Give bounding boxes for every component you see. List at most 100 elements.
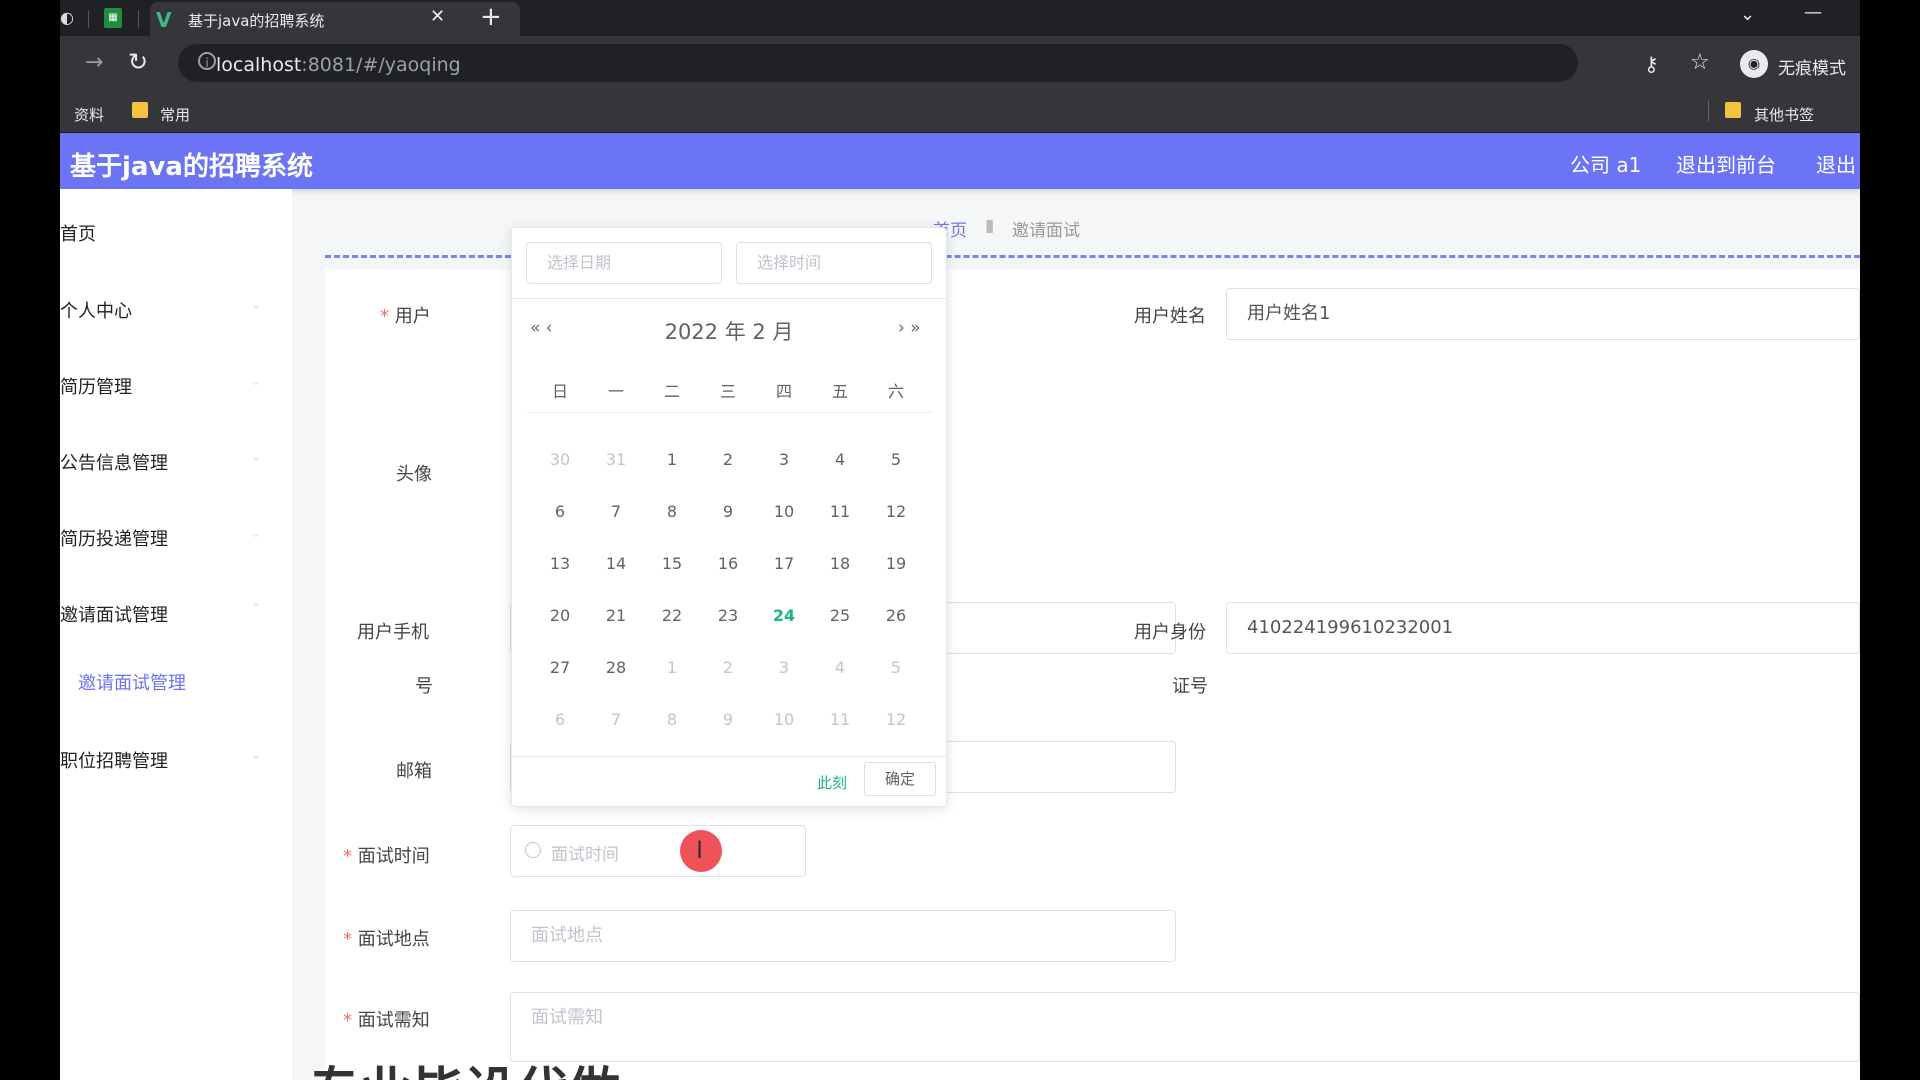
- tab-search-chevron-icon[interactable]: ⌄: [1740, 4, 1755, 25]
- calendar-day[interactable]: 8: [644, 502, 700, 521]
- interview-notice-field[interactable]: 面试需知: [510, 992, 1860, 1062]
- profile-icon[interactable]: ◐: [60, 8, 76, 28]
- now-button[interactable]: 此刻: [817, 772, 847, 793]
- interview-place-field[interactable]: 面试地点: [510, 910, 1176, 962]
- calendar-day[interactable]: 8: [644, 710, 700, 729]
- calendar-day[interactable]: 15: [644, 554, 700, 573]
- calendar-day[interactable]: 10: [756, 710, 812, 729]
- sidebar-item-personal[interactable]: 个人中心 ⌄: [60, 289, 292, 329]
- user-label-text: 用户: [394, 306, 431, 327]
- calendar-day[interactable]: 5: [868, 658, 924, 677]
- calendar-day[interactable]: 14: [588, 554, 644, 573]
- sidebar-item-interview[interactable]: 邀请面试管理 ⌃: [60, 593, 292, 633]
- url-text[interactable]: localhost:8081/#/yaoqing: [216, 54, 461, 76]
- idcard-field[interactable]: 410224199610232001: [1226, 602, 1860, 654]
- picker-date-input[interactable]: 选择日期: [526, 242, 722, 284]
- sidebar: 首页 个人中心 ⌄ 简历管理 ⌄ 公告信息管理 ⌄ 简历投递管理 ⌄ 邀请面试管理 ⌃ 邀…: [60, 189, 292, 1080]
- back-to-front-link[interactable]: 退出到前台: [1676, 149, 1776, 178]
- calendar-day[interactable]: 10: [756, 502, 812, 521]
- sidebar-item-label: 个人中心: [60, 301, 132, 322]
- calendar-day[interactable]: 12: [868, 502, 924, 521]
- calendar-day[interactable]: 4: [812, 450, 868, 469]
- calendar-day[interactable]: 25: [812, 606, 868, 625]
- bookmark-other[interactable]: 其他书签: [1754, 104, 1814, 125]
- new-tab-button[interactable]: +: [480, 2, 502, 32]
- calendar-day[interactable]: 11: [812, 502, 868, 521]
- forward-icon[interactable]: →: [85, 50, 103, 75]
- calendar-day[interactable]: 22: [644, 606, 700, 625]
- calendar-day[interactable]: 2: [700, 658, 756, 677]
- next-month-year-button[interactable]: › »: [898, 318, 921, 338]
- calendar-day[interactable]: 12: [868, 710, 924, 729]
- chevron-up-icon: ⌃: [250, 601, 262, 617]
- calendar-day[interactable]: 6: [532, 710, 588, 729]
- calendar-day[interactable]: 20: [532, 606, 588, 625]
- calendar-day[interactable]: 3: [756, 658, 812, 677]
- sidebar-item-jobs[interactable]: 职位招聘管理 ⌄: [60, 739, 292, 779]
- chevron-down-icon: ⌄: [250, 297, 262, 313]
- calendar-day[interactable]: 26: [868, 606, 924, 625]
- confirm-button[interactable]: 确定: [864, 762, 936, 796]
- picker-month-title[interactable]: 2022 年 2 月: [512, 316, 946, 346]
- calendar-day[interactable]: 1: [644, 450, 700, 469]
- sidebar-item-label: 邀请面试管理: [60, 605, 168, 626]
- calendar-day[interactable]: 23: [700, 606, 756, 625]
- calendar-day[interactable]: 24: [756, 606, 812, 625]
- tab-close-button[interactable]: ✕: [430, 6, 445, 27]
- sidebar-item-home[interactable]: 首页: [60, 212, 292, 252]
- required-mark: *: [380, 306, 389, 327]
- phone-label: 用户手机: [357, 622, 429, 643]
- calendar-day[interactable]: 9: [700, 502, 756, 521]
- bookmark-star-icon[interactable]: ☆: [1690, 50, 1710, 75]
- calendar-day[interactable]: 18: [812, 554, 868, 573]
- calendar-day[interactable]: 28: [588, 658, 644, 677]
- interview-notice-label-text: 面试需知: [357, 1010, 430, 1031]
- bookmark-ziliao[interactable]: 资料: [74, 104, 104, 125]
- calendar-day[interactable]: 6: [532, 502, 588, 521]
- weekday-divider: [526, 412, 932, 413]
- folder-icon: [1725, 102, 1741, 118]
- calendar-day[interactable]: 2: [700, 450, 756, 469]
- username-label: 用户姓名: [1134, 306, 1206, 327]
- weekday-label: 五: [831, 382, 848, 401]
- interview-time-input[interactable]: 面试时间: [510, 825, 806, 877]
- sidebar-item-notice[interactable]: 公告信息管理 ⌄: [60, 441, 292, 481]
- calendar-day[interactable]: 31: [588, 450, 644, 469]
- calendar-day[interactable]: 11: [812, 710, 868, 729]
- required-mark: *: [343, 929, 352, 950]
- site-info-icon[interactable]: i: [198, 52, 216, 70]
- calendar-day[interactable]: 21: [588, 606, 644, 625]
- minimize-button[interactable]: —: [1804, 2, 1822, 23]
- calendar-day[interactable]: 7: [588, 710, 644, 729]
- incognito-icon[interactable]: ◉: [1740, 50, 1768, 78]
- calendar-day[interactable]: 13: [532, 554, 588, 573]
- reload-icon[interactable]: ↻: [128, 48, 148, 76]
- calendar-day[interactable]: 30: [532, 450, 588, 469]
- calendar-day[interactable]: 16: [700, 554, 756, 573]
- bookmark-separator: [1708, 100, 1709, 122]
- sheets-tab-icon[interactable]: ▦: [104, 8, 122, 28]
- weekday-label: 三: [719, 382, 736, 401]
- interview-place-label-text: 面试地点: [357, 929, 430, 950]
- calendar-day[interactable]: 1: [644, 658, 700, 677]
- logout-link[interactable]: 退出: [1816, 149, 1856, 178]
- calendar-day[interactable]: 3: [756, 450, 812, 469]
- screen-frame: ◐ ▦ V 基于java的招聘系统 ✕ + ⌄ — → ↻ i localhos…: [60, 0, 1860, 1080]
- calendar-day[interactable]: 4: [812, 658, 868, 677]
- sidebar-subitem-interview[interactable]: 邀请面试管理: [78, 669, 186, 695]
- calendar-day[interactable]: 9: [700, 710, 756, 729]
- calendar-day[interactable]: 17: [756, 554, 812, 573]
- calendar-day[interactable]: 7: [588, 502, 644, 521]
- key-icon[interactable]: ⚷: [1644, 52, 1659, 76]
- picker-divider: [512, 298, 946, 299]
- bookmark-changyong[interactable]: 常用: [160, 104, 190, 125]
- username-field[interactable]: 用户姓名1: [1226, 288, 1860, 340]
- sidebar-item-resume[interactable]: 简历管理 ⌄: [60, 365, 292, 405]
- calendar-day[interactable]: 19: [868, 554, 924, 573]
- sidebar-item-delivery[interactable]: 简历投递管理 ⌄: [60, 517, 292, 557]
- calendar-day[interactable]: 5: [868, 450, 924, 469]
- incognito-label: 无痕模式: [1778, 59, 1846, 79]
- calendar-day[interactable]: 27: [532, 658, 588, 677]
- picker-time-input[interactable]: 选择时间: [736, 242, 932, 284]
- app-header: 基于java的招聘系统 公司 a1 退出到前台 退出: [60, 133, 1860, 189]
